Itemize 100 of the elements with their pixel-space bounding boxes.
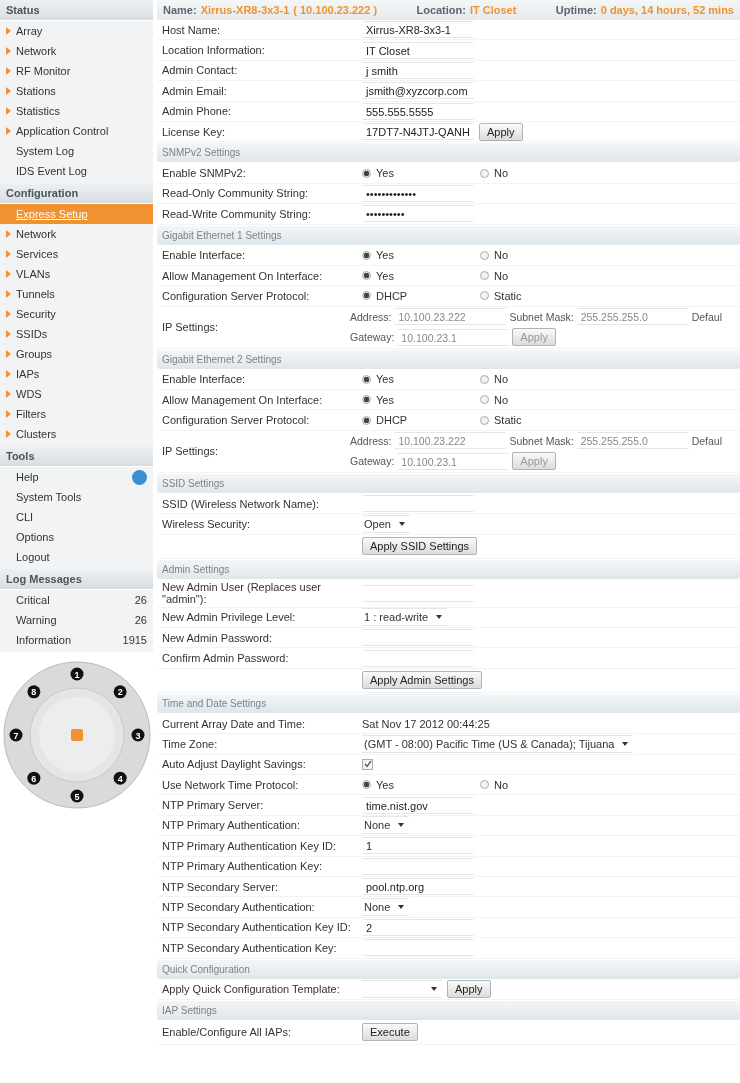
section-header: Admin Settings — [157, 559, 740, 579]
radio-button[interactable] — [480, 780, 489, 790]
field-label: Read-Write Community String: — [162, 207, 311, 220]
radio-button[interactable] — [480, 374, 489, 384]
arrow-icon — [6, 290, 11, 298]
sidebar-item[interactable]: Network — [0, 41, 153, 61]
action-button[interactable]: Apply — [447, 980, 491, 999]
radio-label: Static — [494, 290, 522, 302]
port-badge[interactable] — [70, 789, 84, 803]
sidebar-item[interactable]: Critical 26 — [0, 590, 153, 610]
sidebar-item[interactable]: System Tools — [0, 487, 153, 507]
sidebar-item[interactable]: Options — [0, 527, 153, 547]
input-field[interactable]: •••••••••• — [362, 205, 474, 223]
radio-button[interactable] — [480, 415, 489, 425]
sidebar-item[interactable]: Services — [0, 244, 153, 264]
dropdown[interactable]: None — [362, 816, 410, 835]
input-field[interactable]: j smith — [362, 61, 474, 79]
input-field[interactable]: IT Closet — [362, 41, 474, 59]
action-button[interactable]: Apply SSID Settings — [362, 537, 478, 556]
port-badge[interactable] — [27, 685, 41, 699]
sidebar-item[interactable]: Array — [0, 21, 153, 41]
date-time-text: Sat Nov 17 2012 00:44:25 — [362, 717, 490, 730]
input-field[interactable]: pool.ntp.org — [362, 878, 474, 896]
dropdown[interactable]: (GMT - 08:00) Pacific Time (US & Canada); Tijuana — [362, 734, 634, 753]
radio-button[interactable] — [480, 168, 489, 178]
caret-icon — [436, 615, 443, 620]
port-badge[interactable] — [131, 728, 145, 742]
dropdown[interactable]: None — [362, 898, 410, 916]
port-badge[interactable] — [113, 685, 127, 699]
radio-label: No — [494, 269, 509, 282]
field-label: Wireless Security: — [162, 517, 251, 530]
dropdown[interactable]: Open — [362, 514, 410, 533]
sidebar-item[interactable]: Help — [0, 467, 153, 487]
radio-button[interactable] — [362, 250, 371, 260]
sidebar-item[interactable]: WDS — [0, 384, 153, 404]
sidebar-item[interactable]: Statistics — [0, 101, 153, 121]
help-icon[interactable] — [132, 469, 147, 485]
radio-button[interactable] — [480, 395, 489, 405]
radio-label: DHCP — [376, 414, 408, 427]
sidebar-group-title: Log Messages — [0, 569, 153, 590]
action-button[interactable]: Execute — [362, 1023, 418, 1042]
field-label: Confirm Admin Password: — [162, 652, 289, 665]
sidebar-item[interactable]: CLI — [0, 507, 153, 527]
field-label: Allow Management On Interface: — [162, 269, 323, 282]
sidebar-item[interactable]: Application Control — [0, 121, 153, 141]
input-field[interactable]: 555.555.5555 — [362, 102, 474, 120]
port-badge[interactable] — [113, 771, 127, 785]
sidebar-item[interactable]: Logout — [0, 547, 153, 567]
sidebar-item[interactable]: Stations — [0, 81, 153, 101]
radio-button[interactable] — [362, 271, 371, 281]
sidebar-item[interactable]: Clusters — [0, 424, 153, 444]
sidebar-item[interactable]: Tunnels — [0, 284, 153, 304]
checkbox[interactable] — [362, 758, 373, 770]
arrow-icon — [6, 230, 11, 238]
section-header: Gigabit Ethernet 1 Settings — [157, 225, 740, 245]
input-field[interactable]: 2 — [362, 918, 474, 936]
radio-label: DHCP — [376, 290, 408, 302]
radio-button[interactable] — [362, 374, 371, 384]
sidebar-item[interactable]: Information 1915 — [0, 630, 153, 650]
sidebar-item[interactable]: SSIDs — [0, 324, 153, 344]
radio-button[interactable] — [480, 271, 489, 281]
dropdown[interactable]: 1 : read-write — [362, 608, 448, 627]
caret-icon — [622, 741, 629, 746]
sidebar-item[interactable]: Groups — [0, 344, 153, 364]
port-badge[interactable] — [9, 728, 23, 742]
radio-button[interactable] — [362, 395, 371, 405]
sidebar-item[interactable]: RF Monitor — [0, 61, 153, 81]
action-button[interactable]: Apply — [479, 122, 523, 141]
field-label: SSID (Wireless Network Name): — [162, 497, 320, 510]
action-button[interactable]: Apply Admin Settings — [362, 671, 482, 690]
radio-button[interactable] — [480, 250, 489, 260]
radio-button[interactable] — [362, 291, 371, 301]
input-field[interactable]: Xirrus-XR8-3x3-1 — [362, 21, 474, 39]
radio-button[interactable] — [362, 415, 371, 425]
sidebar-item[interactable]: Filters — [0, 404, 153, 424]
input-field[interactable]: time.nist.gov — [362, 796, 474, 814]
field-label: Gateway: — [350, 455, 395, 468]
port-number: 8 — [31, 687, 37, 698]
input-field[interactable]: 17DT7-N4JTJ-QANH — [362, 123, 474, 141]
sidebar-item[interactable]: IAPs — [0, 364, 153, 384]
sidebar-item[interactable]: Warning 26 — [0, 610, 153, 630]
sidebar-item[interactable]: IDS Event Log — [0, 161, 153, 181]
port-number: 7 — [13, 730, 19, 741]
sidebar-item[interactable]: VLANs — [0, 264, 153, 284]
device-ip: ( 10.100.23.222 ) — [293, 4, 378, 16]
port-badge[interactable] — [27, 771, 41, 785]
sidebar-group-title: Configuration — [0, 183, 153, 204]
field-label: NTP Secondary Server: — [162, 880, 278, 893]
radio-button[interactable] — [480, 291, 489, 301]
port-badge[interactable] — [70, 667, 84, 681]
radio-button[interactable] — [362, 168, 371, 178]
arrow-icon — [6, 390, 11, 398]
radio-button[interactable] — [362, 780, 371, 790]
port-number: 1 — [74, 669, 80, 680]
sidebar-item[interactable]: System Log — [0, 141, 153, 161]
input-field[interactable]: jsmith@xyzcorp.com — [362, 82, 474, 100]
input-field[interactable]: 1 — [362, 837, 474, 855]
input-field[interactable]: ••••••••••••• — [362, 184, 474, 202]
sidebar-item[interactable]: Network — [0, 224, 153, 244]
sidebar-item[interactable]: Security — [0, 304, 153, 324]
